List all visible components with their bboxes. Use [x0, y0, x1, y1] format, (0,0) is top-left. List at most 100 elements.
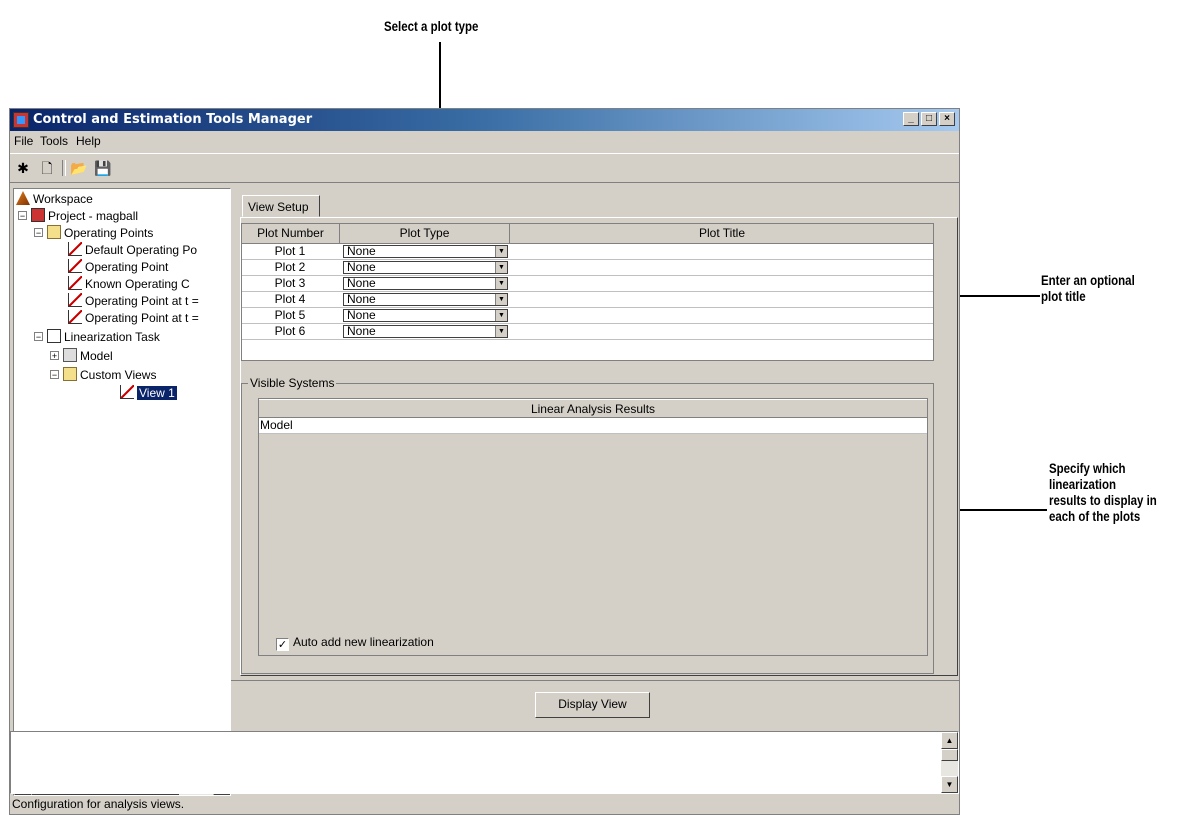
header-plot-number[interactable]: Plot Number: [242, 224, 340, 244]
display-view-button[interactable]: Display View: [535, 692, 650, 718]
plot-type-select[interactable]: None ▼: [343, 277, 508, 290]
collapse-icon[interactable]: −: [34, 332, 43, 342]
tree-operating-points-label: Operating Points: [64, 226, 154, 240]
plot-type-select[interactable]: None ▼: [343, 245, 508, 258]
auto-add-label: Auto add new linearization: [293, 635, 434, 649]
auto-add-checkbox[interactable]: ✓ Auto add new linearization: [276, 635, 434, 651]
tab-view-setup[interactable]: View Setup: [242, 195, 320, 217]
plot-type-select[interactable]: None ▼: [343, 309, 508, 322]
scroll-down-icon[interactable]: ▼: [941, 776, 958, 793]
tree-view1[interactable]: View 1: [120, 385, 177, 400]
tree-workspace[interactable]: Workspace: [16, 191, 93, 206]
menu-file[interactable]: File: [14, 134, 33, 148]
plot-type-select[interactable]: None ▼: [343, 325, 508, 338]
plot-title-field[interactable]: [512, 324, 933, 339]
plot-type-value: None: [347, 308, 376, 322]
expand-icon[interactable]: +: [50, 351, 59, 361]
plot-title-field[interactable]: [512, 308, 933, 323]
status-text: Configuration for analysis views.: [12, 797, 185, 811]
minimize-button[interactable]: _: [903, 112, 919, 126]
tree-model[interactable]: + Model: [50, 348, 113, 363]
menu-help[interactable]: Help: [76, 134, 101, 148]
chevron-down-icon[interactable]: ▼: [495, 310, 507, 321]
tree-operating-points[interactable]: − Operating Points: [34, 225, 153, 240]
tree-op-label: Default Operating Po: [85, 243, 198, 257]
plot-number-cell: Plot 4: [274, 292, 306, 306]
scroll-up-icon[interactable]: ▲: [941, 732, 958, 749]
chevron-down-icon[interactable]: ▼: [495, 294, 507, 305]
view-icon: [120, 385, 134, 399]
table-row[interactable]: Plot 5 None ▼: [242, 308, 933, 324]
callout-enter-title-line2: plot title: [1041, 288, 1086, 304]
tree-op-item[interactable]: Operating Point: [68, 259, 168, 274]
op-point-icon: [68, 242, 82, 256]
folder-icon: [47, 225, 61, 239]
message-pane: ▲ ▼: [10, 731, 959, 794]
save-icon[interactable]: 💾: [94, 159, 112, 177]
table-row[interactable]: Plot 1 None ▼: [242, 244, 933, 260]
message-vertical-scrollbar[interactable]: ▲ ▼: [941, 732, 958, 793]
tree-op-item[interactable]: Operating Point at t =: [68, 293, 199, 308]
open-icon[interactable]: 📂: [70, 159, 88, 177]
header-linear-analysis-results[interactable]: Linear Analysis Results: [259, 399, 927, 418]
callout-specify-line4: each of the plots: [1049, 508, 1141, 524]
tree-linearization-task[interactable]: − Linearization Task: [34, 329, 160, 344]
chevron-down-icon[interactable]: ▼: [495, 326, 507, 337]
task-icon: [47, 329, 61, 343]
tree-op-item[interactable]: Default Operating Po: [68, 242, 197, 257]
chevron-down-icon[interactable]: ▼: [495, 278, 507, 289]
header-plot-title[interactable]: Plot Title: [510, 224, 933, 244]
plot-title-field[interactable]: [512, 260, 933, 275]
chevron-down-icon[interactable]: ▼: [495, 246, 507, 257]
new-task-icon[interactable]: 🗋: [38, 159, 56, 177]
window-controls: _ □ ×: [903, 112, 955, 126]
checkbox-box[interactable]: ✓: [276, 638, 289, 651]
op-point-icon: [68, 259, 82, 273]
collapse-icon[interactable]: −: [50, 370, 59, 380]
tree-op-item[interactable]: Operating Point at t =: [68, 310, 199, 325]
header-plot-type[interactable]: Plot Type: [340, 224, 510, 244]
app-icon: [13, 112, 29, 128]
plot-number-cell: Plot 3: [274, 276, 306, 290]
callout-select-plot-type: Select a plot type: [384, 18, 479, 34]
op-point-icon: [68, 276, 82, 290]
table-row[interactable]: Plot 3 None ▼: [242, 276, 933, 292]
plot-type-value: None: [347, 244, 376, 258]
callout-specify-line3: results to display in: [1049, 492, 1157, 508]
collapse-icon[interactable]: −: [34, 228, 43, 238]
tree-model-label: Model: [80, 349, 113, 363]
plot-title-field[interactable]: [512, 276, 933, 291]
workspace-icon: [16, 191, 30, 205]
plot-type-value: None: [347, 276, 376, 290]
plot-type-select[interactable]: None ▼: [343, 293, 508, 306]
plot-type-select[interactable]: None ▼: [343, 261, 508, 274]
new-project-icon[interactable]: ✱: [14, 159, 32, 177]
maximize-button[interactable]: □: [921, 112, 937, 126]
tree-op-label: Operating Point: [85, 260, 169, 274]
collapse-icon[interactable]: −: [18, 211, 27, 221]
chevron-down-icon[interactable]: ▼: [495, 262, 507, 273]
scroll-thumb[interactable]: [941, 749, 958, 761]
project-tree[interactable]: Workspace − Project - magball − Operating …: [13, 188, 231, 796]
title-bar[interactable]: Control and Estimation Tools Manager _ □…: [10, 109, 959, 131]
tree-project[interactable]: − Project - magball: [18, 208, 138, 223]
main-window: Control and Estimation Tools Manager _ □…: [9, 108, 960, 815]
tree-custom-views-label: Custom Views: [80, 368, 157, 382]
plot-title-field[interactable]: [512, 244, 933, 259]
model-icon: [63, 348, 77, 362]
table-row[interactable]: Model: [259, 418, 927, 434]
tree-op-label: Operating Point at t =: [85, 311, 199, 325]
project-icon: [31, 208, 45, 222]
callout-specify-results: Specify which linearization results to d…: [1049, 460, 1157, 524]
status-bar: Configuration for analysis views.: [10, 795, 959, 813]
button-bar: Display View: [231, 680, 959, 724]
plot-table: Plot Number Plot Type Plot Title Plot 1 N…: [241, 223, 934, 361]
table-row[interactable]: Plot 6 None ▼: [242, 324, 933, 340]
menu-tools[interactable]: Tools: [40, 134, 68, 148]
tree-custom-views[interactable]: − Custom Views: [50, 367, 156, 382]
table-row[interactable]: Plot 4 None ▼: [242, 292, 933, 308]
close-button[interactable]: ×: [939, 112, 955, 126]
table-row[interactable]: Plot 2 None ▼: [242, 260, 933, 276]
plot-title-field[interactable]: [512, 292, 933, 307]
tree-op-item[interactable]: Known Operating C: [68, 276, 190, 291]
